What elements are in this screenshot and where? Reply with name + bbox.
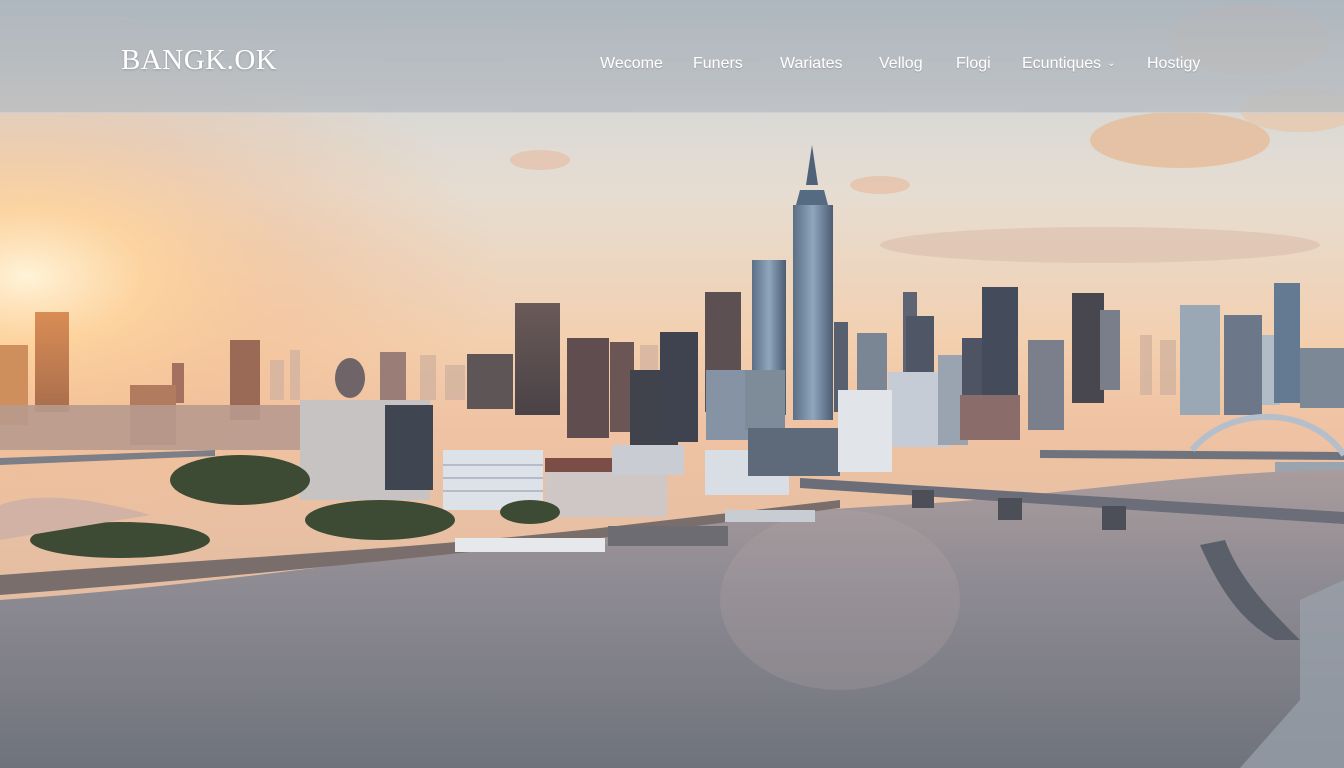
nav-dropdown-ecuntiques[interactable]: Ecuntiques ⌄ <box>1022 53 1116 75</box>
nav-link-flogi[interactable]: Flogi <box>956 53 991 75</box>
nav-link-wariates[interactable]: Wariates <box>780 53 843 75</box>
nav-link-vellog[interactable]: Vellog <box>879 53 923 75</box>
page: BANGK.OK Wecome Funers Wariates Vellog F… <box>0 0 1344 768</box>
chevron-down-icon: ⌄ <box>1107 58 1116 69</box>
nav-link-hostigy[interactable]: Hostigy <box>1147 53 1200 75</box>
site-logo[interactable]: BANGK.OK <box>121 44 277 76</box>
hero-image <box>0 0 1344 768</box>
top-navbar: BANGK.OK Wecome Funers Wariates Vellog F… <box>0 0 1344 113</box>
nav-link-ecuntiques-label: Ecuntiques <box>1022 55 1102 72</box>
nav-link-funers[interactable]: Funers <box>693 53 743 75</box>
nav-link-welcome[interactable]: Wecome <box>600 53 663 75</box>
